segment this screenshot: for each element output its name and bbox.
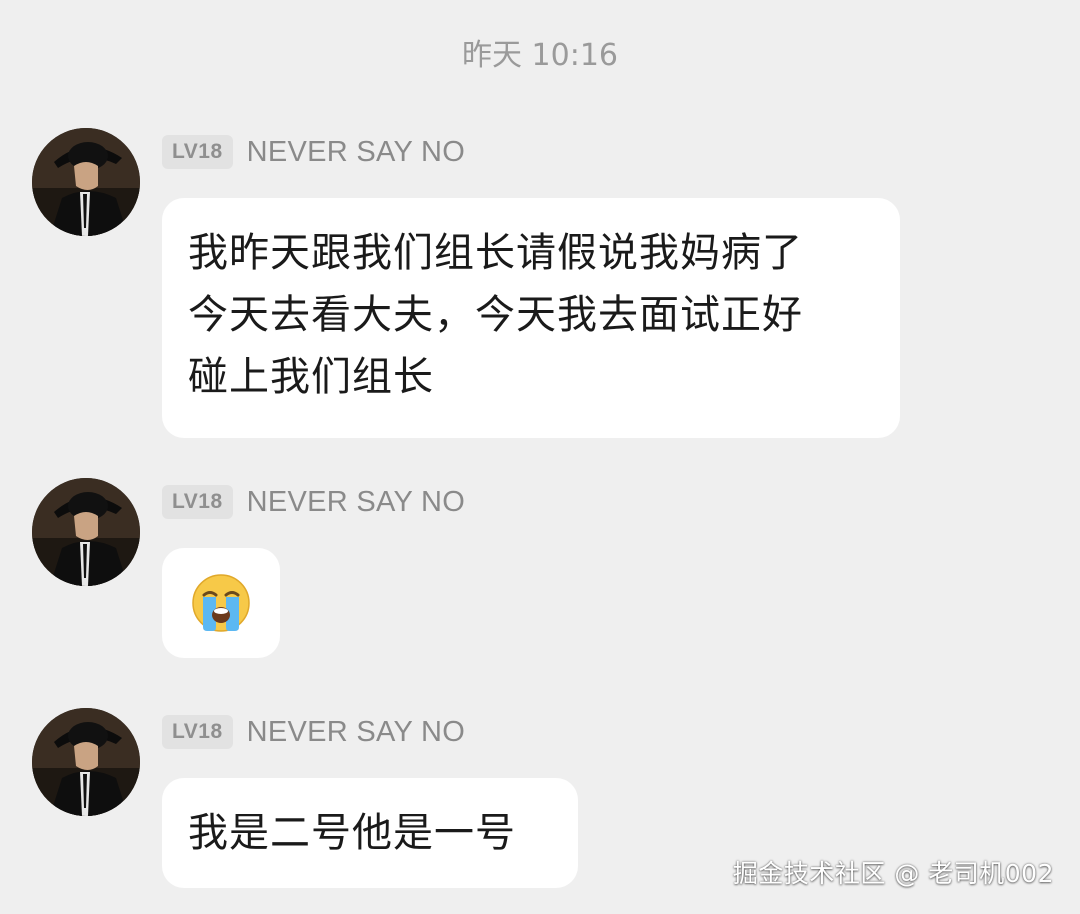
level-badge: LV18 [162,715,233,749]
sender-name[interactable]: NEVER SAY NO [247,716,465,749]
sender-row: LV18 NEVER SAY NO [162,482,465,522]
avatar-image [32,478,140,586]
message-bubble[interactable] [162,548,280,658]
message-text-line: 我昨天跟我们组长请假说我妈病了 [188,230,803,276]
avatar[interactable] [32,478,140,586]
avatar[interactable] [32,708,140,816]
watermark: 掘金技术社区 @ 老司机002 [732,859,1054,888]
sender-name[interactable]: NEVER SAY NO [247,136,465,169]
level-badge: LV18 [162,485,233,519]
chat-timestamp: 昨天 10:16 [462,38,618,73]
sender-name[interactable]: NEVER SAY NO [247,486,465,519]
message-bubble[interactable]: 我是二号他是一号 [162,778,578,888]
sender-row: LV18 NEVER SAY NO [162,132,465,172]
message-text: 我是二号他是一号 [188,810,516,856]
avatar-image [32,128,140,236]
avatar[interactable] [32,128,140,236]
crying-face-emoji-icon [192,574,250,632]
level-badge: LV18 [162,135,233,169]
avatar-image [32,708,140,816]
message-text-line: 今天去看大夫，今天我去面试正好 [188,292,803,338]
message-bubble[interactable]: 我昨天跟我们组长请假说我妈病了 今天去看大夫，今天我去面试正好 碰上我们组长 [162,198,900,438]
message-text-line: 碰上我们组长 [188,354,434,400]
sender-row: LV18 NEVER SAY NO [162,712,465,752]
